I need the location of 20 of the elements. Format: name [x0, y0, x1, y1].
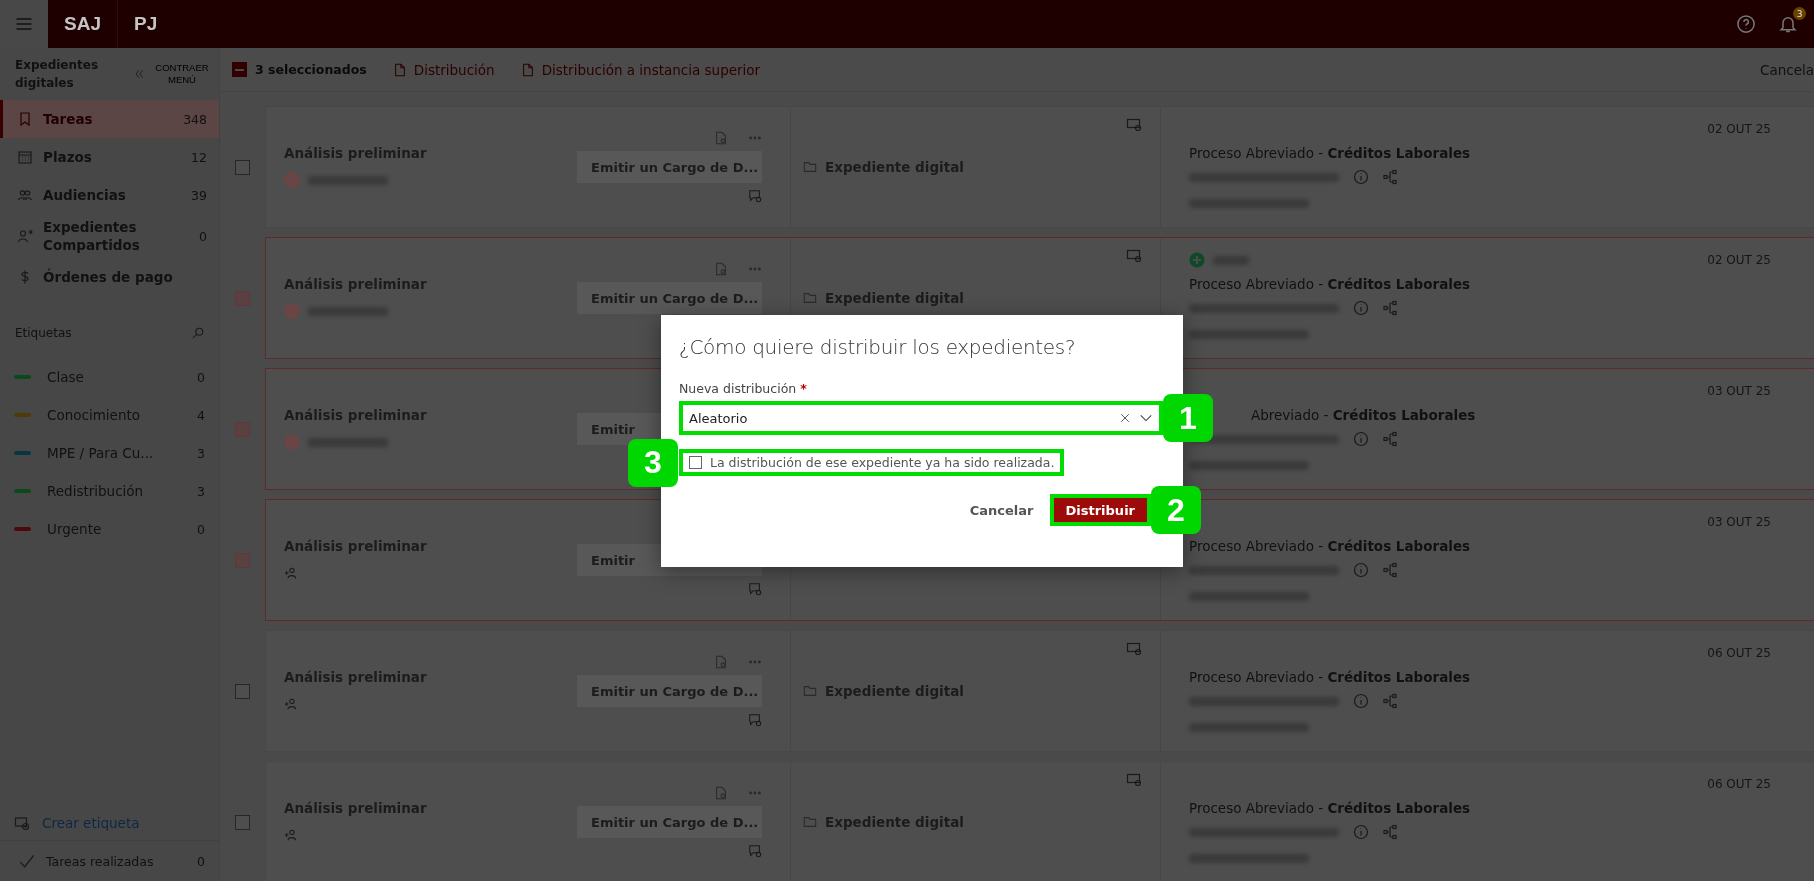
task-date: 03 OUT 25 [1707, 515, 1771, 529]
task-date: 02 OUT 25 [1707, 253, 1771, 267]
process-type: Proceso Abreviado - Créditos Laborales [1189, 145, 1472, 161]
process-type: Proceso Abreviado - Créditos Laborales [1189, 276, 1472, 292]
process-type: Proceso Abreviado - Créditos Laborales [1189, 800, 1472, 816]
field-label: Nueva distribución * [679, 381, 808, 396]
process-type: Proceso Abreviado - Créditos Laborales [1189, 538, 1472, 554]
task-date: 02 OUT 25 [1707, 122, 1771, 136]
selection-count: 3 seleccionados [255, 62, 367, 77]
callout-badge: 3 [628, 438, 678, 487]
checkbox-label: La distribución de ese expediente ya ha sido realizada. [710, 455, 1055, 470]
dialog-title: ¿Cómo quiere distribuir los expedientes? [679, 335, 1077, 359]
task-date: 03 OUT 25 [1707, 384, 1771, 398]
task-date: 06 OUT 25 [1707, 646, 1771, 660]
task-date: 06 OUT 25 [1707, 777, 1771, 791]
callout-badge: 2 [1151, 486, 1201, 534]
callout-badge: 1 [1163, 394, 1213, 442]
process-type: Abreviado - Créditos Laborales [1250, 407, 1477, 423]
notification-badge: 3 [1793, 7, 1806, 20]
process-type: Proceso Abreviado - Créditos Laborales [1189, 669, 1472, 685]
